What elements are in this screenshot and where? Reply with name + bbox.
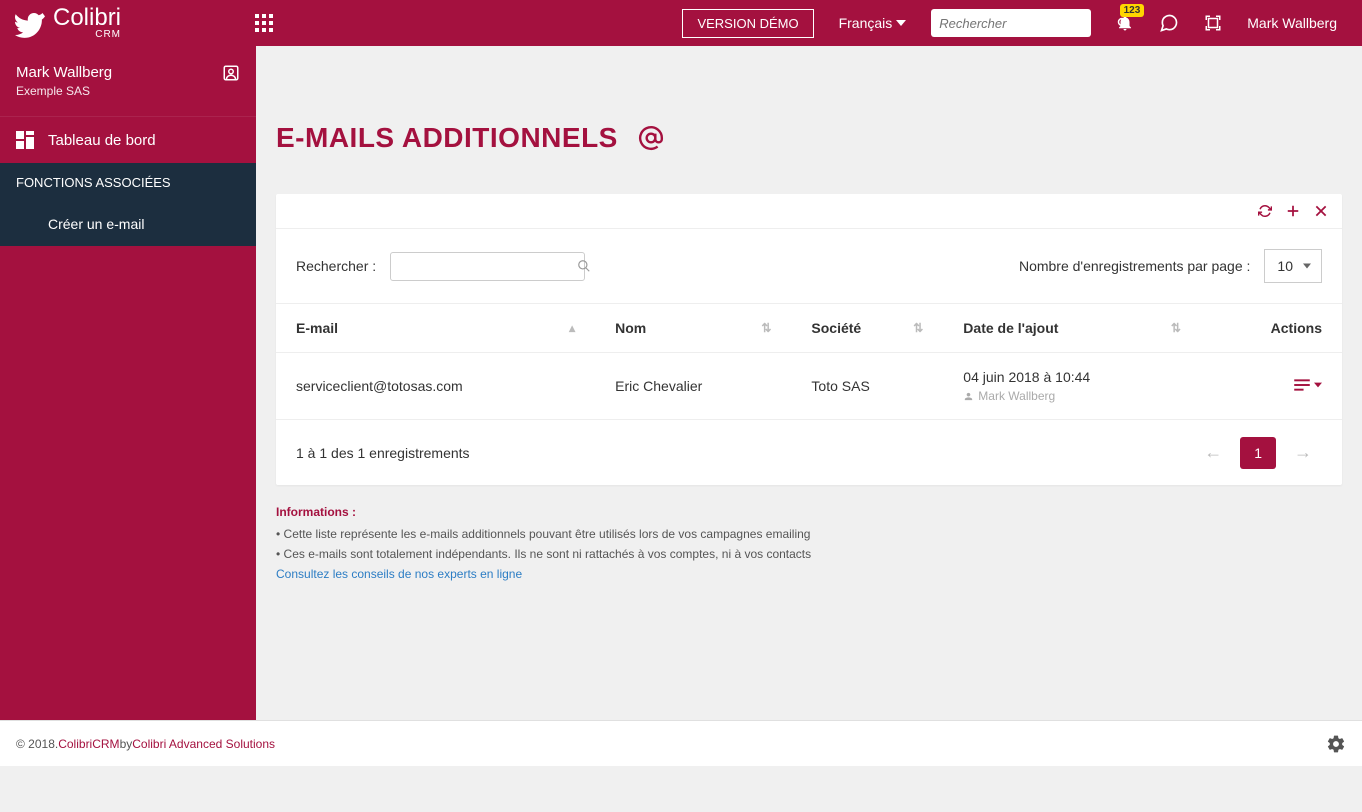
col-company[interactable]: Société⇅	[791, 304, 943, 353]
cell-date: 04 juin 2018 à 10:44 Mark Wallberg	[943, 353, 1201, 420]
sidebar-section-header: FONCTIONS ASSOCIÉES	[0, 163, 256, 202]
close-button[interactable]	[1314, 204, 1328, 218]
col-actions: Actions	[1201, 304, 1342, 353]
fullscreen-icon[interactable]	[1204, 14, 1222, 32]
settings-button[interactable]	[1326, 734, 1346, 754]
refresh-button[interactable]	[1258, 204, 1272, 218]
user-icon	[963, 391, 974, 402]
col-name[interactable]: Nom⇅	[595, 304, 791, 353]
sidebar-item-label: Tableau de bord	[48, 132, 156, 149]
header-search-input[interactable]	[939, 16, 1117, 31]
per-page-control: Nombre d'enregistrements par page : 10	[1019, 249, 1322, 283]
emails-panel: Rechercher : Nombre d'enregistrements pa…	[276, 194, 1342, 485]
notifications-button[interactable]: 123	[1116, 14, 1134, 32]
search-label: Rechercher :	[296, 258, 376, 274]
apps-icon[interactable]	[255, 14, 273, 32]
col-email[interactable]: E-mail▴	[276, 304, 595, 353]
panel-search-row: Rechercher : Nombre d'enregistrements pa…	[276, 229, 1342, 303]
dashboard-icon	[16, 131, 34, 149]
panel-footer: 1 à 1 des 1 enregistrements ← 1 →	[276, 419, 1342, 485]
record-count: 1 à 1 des 1 enregistrements	[296, 445, 470, 461]
cell-name: Eric Chevalier	[595, 353, 791, 420]
panel-toolbar	[276, 194, 1342, 229]
pagination: ← 1 →	[1194, 436, 1322, 469]
sort-asc-icon: ▴	[569, 321, 575, 335]
footer-company-link[interactable]: Colibri Advanced Solutions	[132, 737, 275, 751]
header: Colibri CRM VERSION DÉMO Français 123 Ma…	[0, 0, 1362, 46]
sort-icon: ⇅	[1171, 321, 1181, 335]
cell-actions	[1201, 353, 1342, 420]
date-value: 04 juin 2018 à 10:44	[963, 369, 1181, 385]
cell-company: Toto SAS	[791, 353, 943, 420]
info-title: Informations :	[276, 505, 1342, 519]
table-search-input[interactable]	[401, 259, 577, 274]
info-line: • Cette liste représente les e-mails add…	[276, 527, 1342, 541]
cell-email: serviceclient@totosas.com	[276, 353, 595, 420]
next-page-button[interactable]: →	[1284, 436, 1322, 469]
vcard-icon[interactable]	[222, 64, 240, 82]
footer-by: by	[120, 737, 133, 751]
sidebar: Mark Wallberg Exemple SAS Tableau de bor…	[0, 46, 256, 720]
notification-badge: 123	[1120, 4, 1145, 17]
page-title-wrap: E-MAILS ADDITIONNELS	[256, 92, 1362, 174]
demo-button[interactable]: VERSION DÉMO	[682, 9, 813, 38]
sort-icon: ⇅	[913, 321, 923, 335]
sidebar-item-create-email[interactable]: Créer un e-mail	[0, 202, 256, 246]
language-selector[interactable]: Français	[839, 15, 907, 31]
emails-table: E-mail▴ Nom⇅ Société⇅ Date de l'ajout⇅ A…	[276, 303, 1342, 419]
col-date[interactable]: Date de l'ajout⇅	[943, 304, 1201, 353]
brand-name: Colibri	[53, 6, 121, 30]
page-number[interactable]: 1	[1240, 437, 1276, 469]
header-search[interactable]	[931, 9, 1091, 37]
per-page-select[interactable]: 10	[1264, 249, 1322, 283]
inline-search-box[interactable]	[390, 252, 585, 281]
language-label: Français	[839, 15, 893, 31]
gear-icon	[1326, 734, 1346, 754]
sidebar-user-name: Mark Wallberg	[16, 64, 240, 81]
add-button[interactable]	[1286, 204, 1300, 218]
row-actions-button[interactable]	[1292, 378, 1322, 392]
chevron-down-icon	[896, 20, 906, 26]
per-page-label: Nombre d'enregistrements par page :	[1019, 258, 1250, 274]
sidebar-company: Exemple SAS	[16, 84, 240, 98]
page-title: E-MAILS ADDITIONNELS	[276, 122, 618, 154]
brand-sub: CRM	[53, 30, 121, 40]
logo-area[interactable]: Colibri CRM	[15, 6, 255, 40]
date-author: Mark Wallberg	[963, 389, 1181, 403]
table-row[interactable]: serviceclient@totosas.com Eric Chevalier…	[276, 353, 1342, 420]
main-content: E-MAILS ADDITIONNELS Rechercher : Nombre…	[256, 92, 1362, 766]
copyright: © 2018.	[16, 737, 58, 751]
bird-icon	[15, 8, 45, 38]
sidebar-user-block: Mark Wallberg Exemple SAS	[0, 46, 256, 116]
prev-page-button[interactable]: ←	[1194, 436, 1232, 469]
footer: © 2018. ColibriCRM by Colibri Advanced S…	[0, 720, 1362, 766]
info-line: • Ces e-mails sont totalement indépendan…	[276, 547, 1342, 561]
username-link[interactable]: Mark Wallberg	[1247, 15, 1337, 31]
info-block: Informations : • Cette liste représente …	[276, 505, 1342, 611]
info-link[interactable]: Consultez les conseils de nos experts en…	[276, 567, 1342, 581]
search-icon[interactable]	[577, 259, 591, 273]
sort-icon: ⇅	[761, 321, 771, 335]
footer-brand-link[interactable]: ColibriCRM	[58, 737, 119, 751]
at-icon	[638, 125, 664, 151]
inline-search: Rechercher :	[296, 252, 585, 281]
sidebar-item-dashboard[interactable]: Tableau de bord	[0, 116, 256, 163]
chat-icon[interactable]	[1159, 13, 1179, 33]
